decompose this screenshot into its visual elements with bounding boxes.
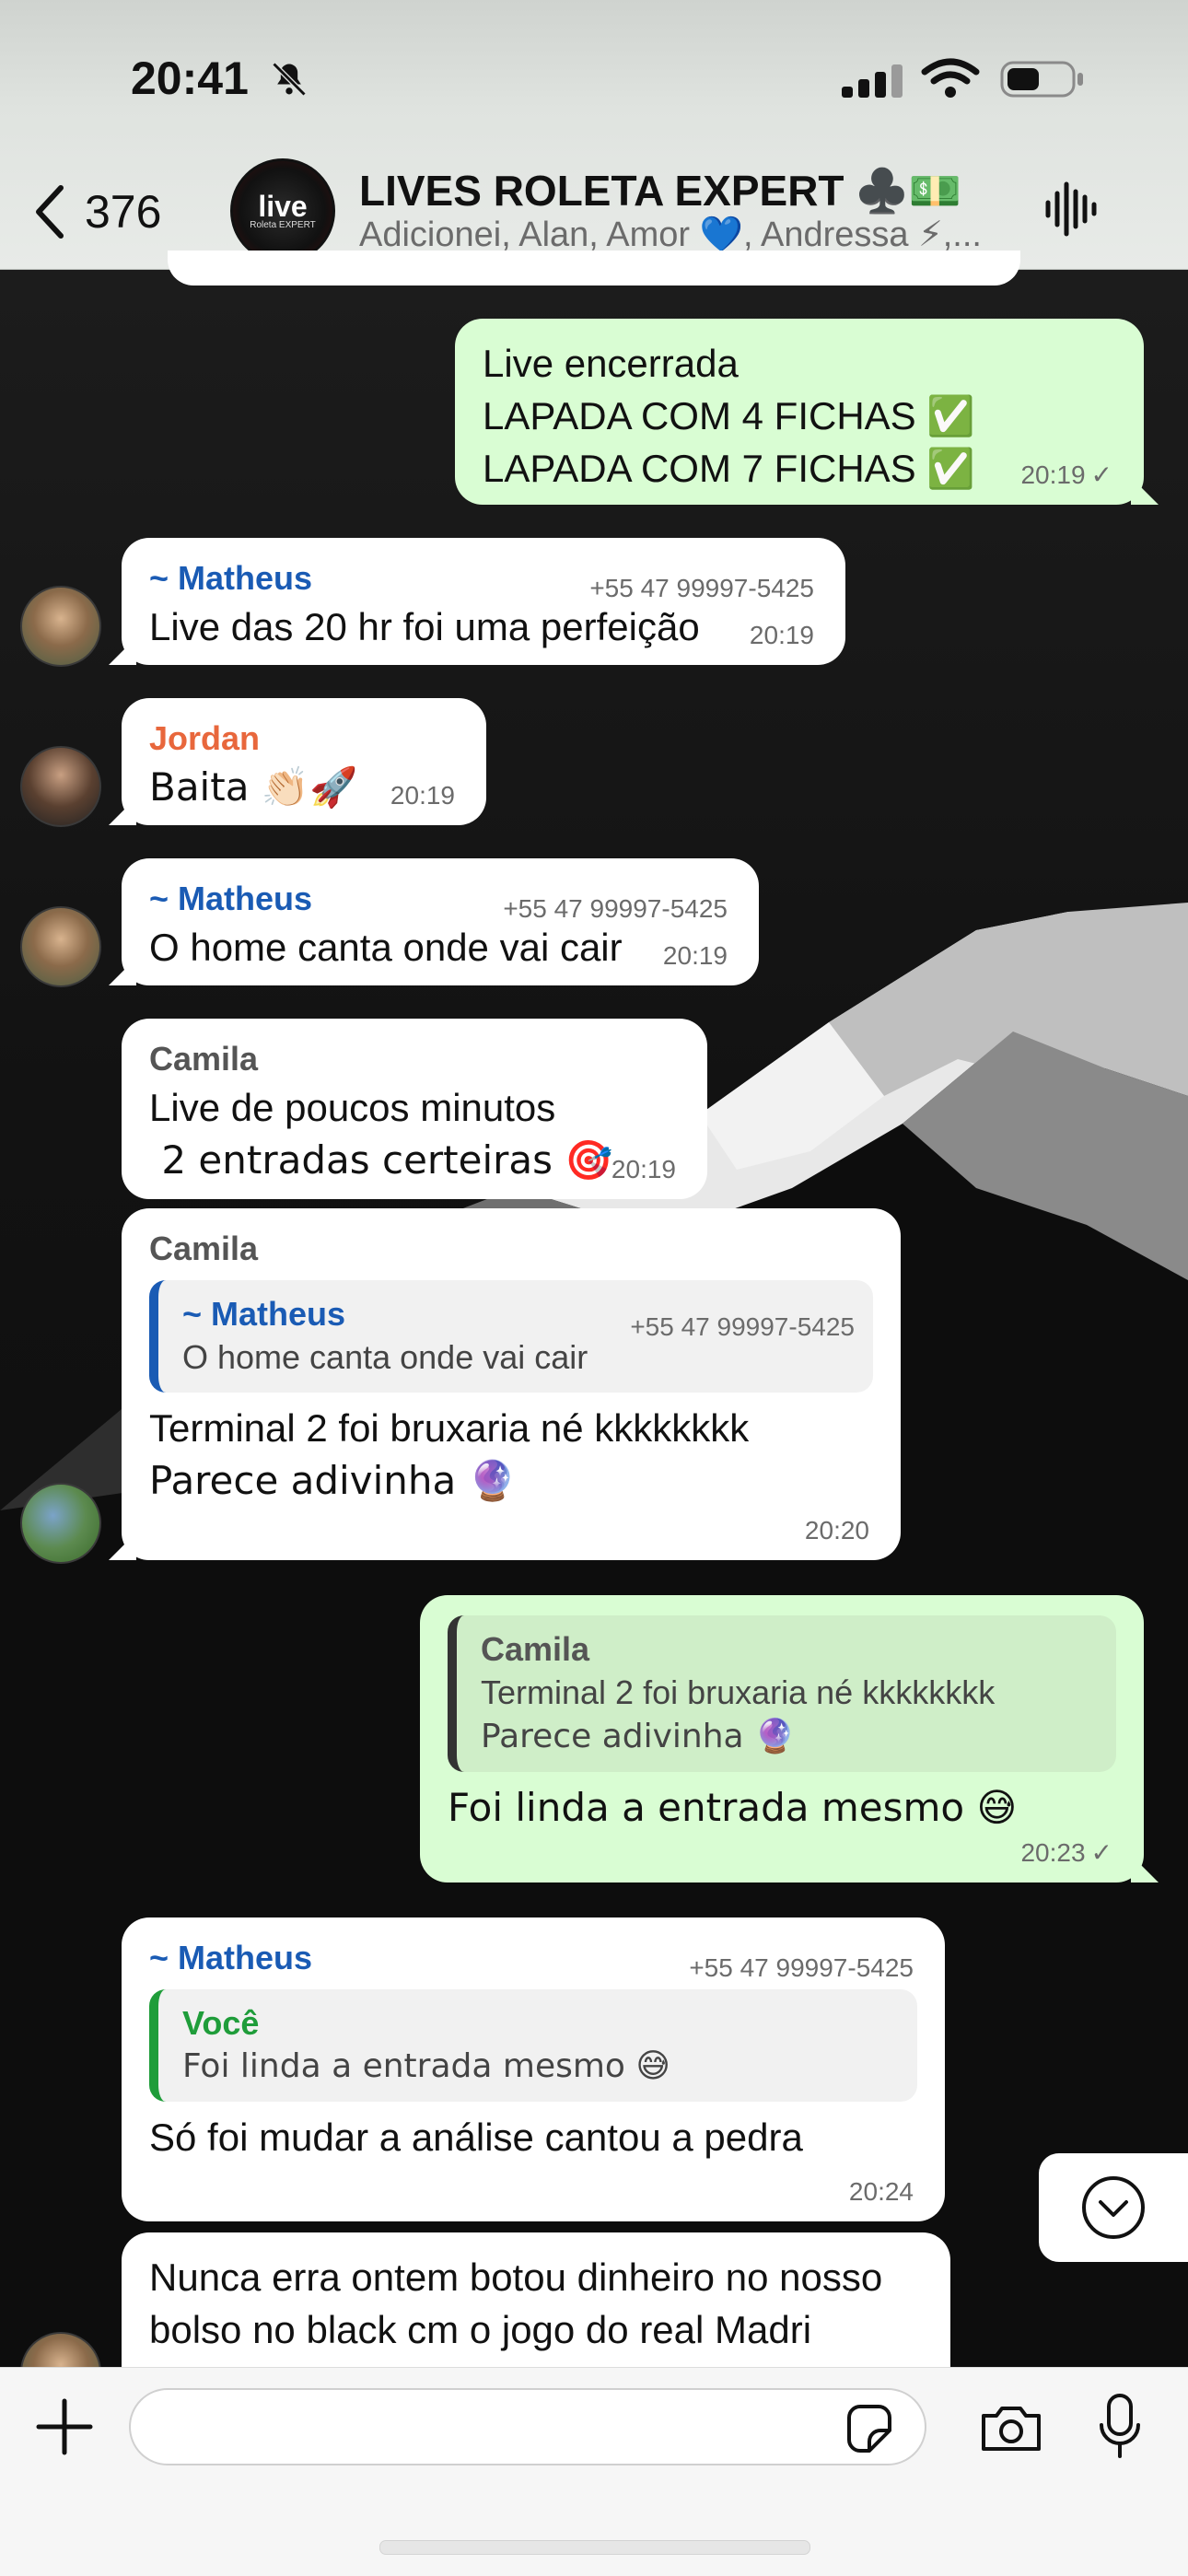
back-chevron-icon (36, 185, 64, 239)
message-text-line: Live de poucos minutos (149, 1086, 556, 1129)
message-time: 20:24 (848, 2177, 914, 2206)
message-bubble-outgoing[interactable]: Live encerrada LAPADA COM 4 FICHAS ✅ LAP… (455, 319, 1159, 505)
message-time: 20:19 (390, 781, 455, 810)
message-bubble-incoming[interactable]: Camila Live de poucos minutos 2 entradas… (122, 1019, 707, 1199)
sender-name[interactable]: Jordan (149, 717, 459, 761)
message-time: 20:23 (1020, 1838, 1086, 1867)
group-members[interactable]: Adicionei, Alan, Amor 💙, Andressa ⚡,... (359, 214, 1004, 255)
message-bubble-incoming[interactable]: ~ Matheus +55 47 99997-5425 O home canta… (109, 858, 759, 985)
message-text-line: Terminal 2 foi bruxaria né kkkkkkkk (149, 1406, 750, 1450)
group-title[interactable]: LIVES ROLETA EXPERT ♣️💵 (359, 166, 961, 216)
message-text: Foi linda a entrada mesmo 😅 (448, 1785, 1018, 1830)
message-text-line: bolso no black cm o jogo do real Madri (149, 2308, 812, 2351)
message-meta: 20:23 ✓ (1020, 1838, 1112, 1868)
message-time: 20:19 (1020, 460, 1086, 489)
message-text-line: Nunca erra ontem botou dinheiro no nosso (149, 2255, 883, 2299)
message-text-line: Live encerrada (483, 342, 739, 385)
message-bubble-incoming[interactable]: ~ Matheus +55 47 99997-5425 Você Foi lin… (122, 1917, 945, 2221)
avatar[interactable] (20, 1483, 101, 1564)
message-bubble-incoming[interactable]: Camila ~ Matheus +55 47 99997-5425 O hom… (109, 1208, 901, 1560)
quoted-text-line: Terminal 2 foi bruxaria né kkkkkkkk (481, 1673, 996, 1711)
avatar[interactable] (20, 746, 101, 827)
sender-name[interactable]: Camila (149, 1227, 873, 1271)
chat-header: 20:41 376 live Roleta EXPERT LIVES ROLET… (0, 0, 1188, 270)
quoted-text: Foi linda a entrada mesmo 😅 (182, 2047, 670, 2085)
quoted-message[interactable]: Você Foi linda a entrada mesmo 😅 (149, 1989, 917, 2102)
sticker-icon[interactable] (840, 2401, 895, 2456)
message-time: 20:20 (804, 1516, 869, 1544)
battery-icon (1000, 61, 1083, 98)
message-bubble-incoming[interactable]: ~ Matheus +55 47 99997-5425 Live das 20 … (109, 538, 845, 665)
scroll-to-bottom-button[interactable] (1039, 2153, 1188, 2262)
message-meta: 20:19 ✓ (1020, 460, 1112, 490)
quoted-text-line: Parece adivinha 🔮 (481, 1718, 796, 1755)
sender-phone: +55 47 99997-5425 (689, 1953, 914, 1982)
bell-muted-icon (272, 62, 307, 97)
audio-wave-icon[interactable] (1041, 179, 1101, 239)
avatar[interactable] (20, 586, 101, 667)
status-time: 20:41 (131, 52, 249, 104)
cellular-signal-icon (842, 64, 903, 98)
group-avatar-logo: live (258, 189, 308, 223)
quoted-message[interactable]: ~ Matheus +55 47 99997-5425 O home canta… (149, 1280, 873, 1393)
avatar[interactable] (20, 906, 101, 987)
group-avatar[interactable]: live Roleta EXPERT (230, 158, 335, 263)
message-text: Só foi mudar a análise cantou a pedra (149, 2116, 803, 2159)
plus-icon[interactable] (33, 2395, 96, 2458)
message-time: 20:19 (749, 621, 814, 649)
quoted-sender: Camila (481, 1630, 590, 1668)
sent-check-icon: ✓ (1090, 1838, 1112, 1867)
group-avatar-subtext: Roleta EXPERT (250, 219, 316, 230)
message-time: 20:19 (611, 1155, 676, 1183)
sender-phone: +55 47 99997-5425 (589, 574, 814, 602)
message-input[interactable] (129, 2388, 926, 2465)
wifi-icon (921, 58, 980, 98)
message-text-line: Parece adivinha 🔮 (149, 1458, 517, 1503)
message-text-line: 2 entradas certeiras 🎯 (149, 1137, 613, 1183)
sent-check-icon: ✓ (1090, 460, 1112, 489)
quoted-sender: Você (182, 2004, 260, 2042)
microphone-icon[interactable] (1096, 2392, 1144, 2464)
quoted-phone: +55 47 99997-5425 (630, 1312, 855, 1341)
camera-icon[interactable] (978, 2401, 1044, 2454)
message-time: 20:19 (662, 941, 728, 970)
message-text-line: LAPADA COM 4 FICHAS ✅ (483, 394, 975, 437)
message-bubble-incoming[interactable]: Jordan Baita 👏🏻🚀 20:19 (109, 698, 486, 825)
back-button[interactable]: 376 (31, 175, 197, 249)
chevron-down-circle-icon (1082, 2176, 1145, 2239)
previous-message-edge (168, 251, 1020, 286)
unread-count: 376 (85, 186, 162, 238)
sender-phone: +55 47 99997-5425 (503, 894, 728, 923)
sender-name[interactable]: Camila (149, 1037, 680, 1081)
home-indicator[interactable] (379, 2540, 810, 2555)
message-bubble-outgoing[interactable]: Camila Terminal 2 foi bruxaria né kkkkkk… (420, 1595, 1159, 1882)
quoted-message[interactable]: Camila Terminal 2 foi bruxaria né kkkkkk… (448, 1615, 1116, 1772)
